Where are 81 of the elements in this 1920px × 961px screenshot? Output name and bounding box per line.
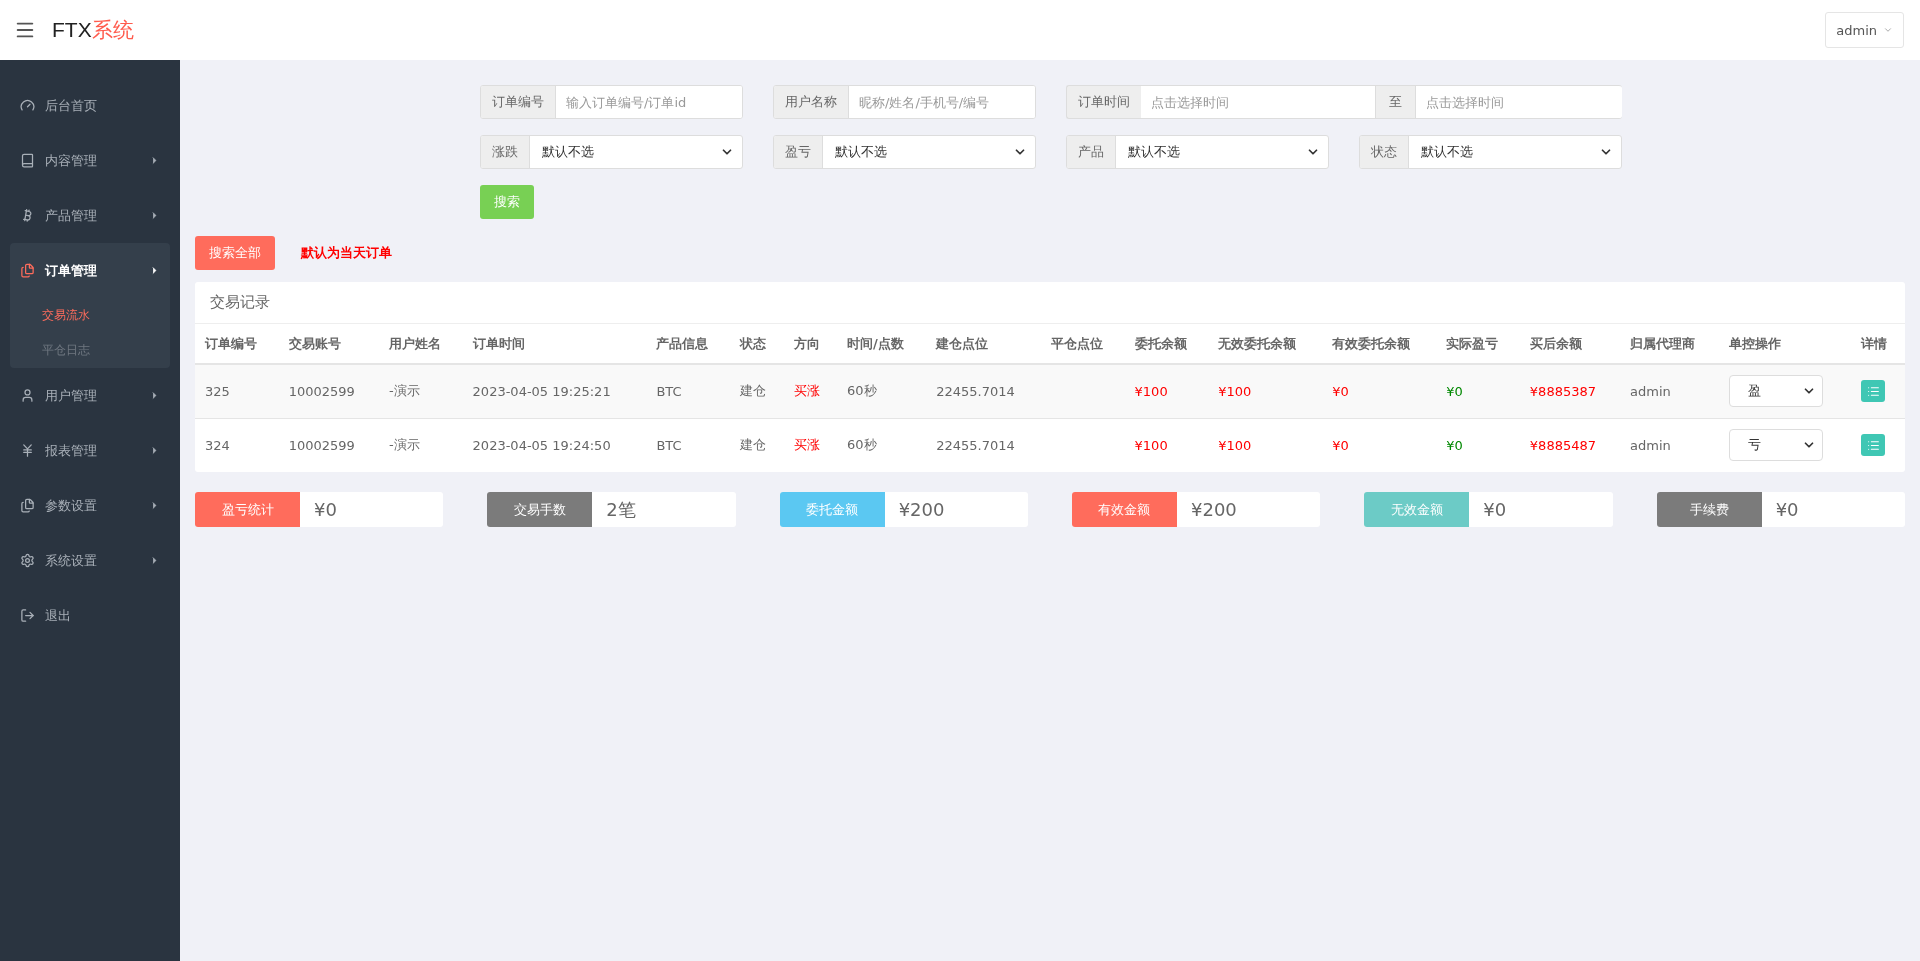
submenu-item[interactable]: 交易流水: [10, 298, 170, 333]
table-cell: admin: [1620, 364, 1719, 418]
sidebar-item[interactable]: 参数设置: [10, 478, 170, 533]
stat-value: ¥200: [897, 498, 945, 522]
detail-button[interactable]: [1861, 380, 1886, 403]
stat-label: 交易手数: [487, 492, 593, 527]
settings-icon: [20, 553, 35, 568]
sidebar-item[interactable]: 退出: [10, 588, 170, 643]
table-cell: 建仓: [730, 418, 784, 472]
detail-button[interactable]: [1861, 434, 1886, 457]
table-cell: ¥100: [1124, 418, 1209, 472]
table-cell: 买涨: [783, 418, 837, 472]
stat-value: ¥0: [1482, 498, 1507, 522]
sidebar-item[interactable]: 系统设置: [10, 533, 170, 588]
table-cell: BTC: [646, 364, 731, 418]
documents-icon: [20, 498, 35, 513]
table-cell: 60秒: [837, 418, 927, 472]
sidebar-item[interactable]: 产品管理: [10, 188, 170, 243]
stat-value: ¥200: [1190, 498, 1237, 522]
sidebar-item[interactable]: 内容管理: [10, 133, 170, 188]
table-cell: ¥0: [1436, 418, 1520, 472]
gauge-icon: [20, 98, 35, 113]
input-field[interactable]: 用户名称 昵称/姓名/手机号/编号: [773, 85, 1036, 119]
stat-label: 有效金额: [1072, 492, 1177, 527]
stat-value: ¥0: [1774, 498, 1799, 522]
table-cell: -演示: [378, 364, 463, 418]
table-cell: ¥0: [1436, 364, 1520, 418]
control-select[interactable]: 亏: [1728, 429, 1823, 462]
date-field[interactable]: 点击选择时间: [1415, 85, 1622, 119]
table-cell: ¥8885387: [1519, 364, 1621, 418]
book-icon: [20, 153, 35, 168]
table-cell: ¥100: [1208, 418, 1323, 472]
field-label: 订单时间: [1066, 85, 1141, 119]
select-field[interactable]: 产品 默认不选: [1066, 135, 1329, 169]
card-title: 交易记录: [195, 282, 1905, 324]
yen-icon: [20, 443, 35, 458]
select-field[interactable]: 涨跌 默认不选: [480, 135, 743, 169]
select-field[interactable]: 盈亏 默认不选: [773, 135, 1036, 169]
stat-label: 无效金额: [1364, 492, 1470, 527]
stat-label: 委托金额: [779, 492, 885, 527]
table-cell: 建仓: [730, 364, 784, 418]
range-separator: 至: [1374, 85, 1416, 119]
caret-icon: [1883, 25, 1893, 35]
table-cell: -演示: [378, 418, 463, 472]
sidebar-item[interactable]: 后台首页: [10, 78, 170, 133]
table-cell: 2023-04-05 19:25:21: [462, 364, 647, 418]
table-cell: 22455.7014: [926, 364, 1041, 418]
stat-label: 盈亏统计: [195, 492, 300, 527]
list-icon: [1866, 384, 1880, 398]
table-cell: ¥8885487: [1519, 418, 1621, 472]
list-icon: [1866, 438, 1880, 452]
brand-logo: FTX系统: [52, 17, 134, 43]
table-cell: ¥100: [1124, 364, 1209, 418]
user-menu-button[interactable]: admin: [1825, 12, 1904, 48]
table-cell: ¥0: [1322, 418, 1437, 472]
table-cell: 2023-04-05 19:24:50: [462, 418, 647, 472]
documents-icon: [20, 263, 35, 278]
table-cell: ¥0: [1322, 364, 1437, 418]
table-cell: 10002599: [278, 418, 379, 472]
sidebar-item[interactable]: 报表管理: [10, 423, 170, 478]
table-cell: 324: [195, 418, 279, 472]
control-select[interactable]: 盈: [1728, 375, 1823, 408]
table-cell: BTC: [646, 418, 731, 472]
logout-icon: [20, 608, 35, 623]
input-field[interactable]: 订单编号 输入订单编号/订单id: [480, 85, 743, 119]
table-cell: admin: [1620, 418, 1719, 472]
table-cell: ¥100: [1208, 364, 1323, 418]
table-cell: 22455.7014: [926, 418, 1041, 472]
user-icon: [20, 388, 35, 403]
stat-value: ¥0: [313, 498, 337, 522]
sidebar-item[interactable]: 订单管理: [10, 243, 170, 298]
sidebar-item[interactable]: 用户管理: [10, 368, 170, 423]
table-cell: 10002599: [278, 364, 379, 418]
stat-label: 手续费: [1656, 492, 1762, 527]
table-cell: 325: [195, 364, 279, 418]
table-cell: 买涨: [783, 364, 837, 418]
stat-value: 2笔: [605, 497, 636, 522]
date-field[interactable]: 点击选择时间: [1141, 85, 1375, 119]
note-text: 默认为当天订单: [301, 244, 392, 262]
select-field[interactable]: 状态 默认不选: [1359, 135, 1622, 169]
table-cell: 60秒: [837, 364, 927, 418]
